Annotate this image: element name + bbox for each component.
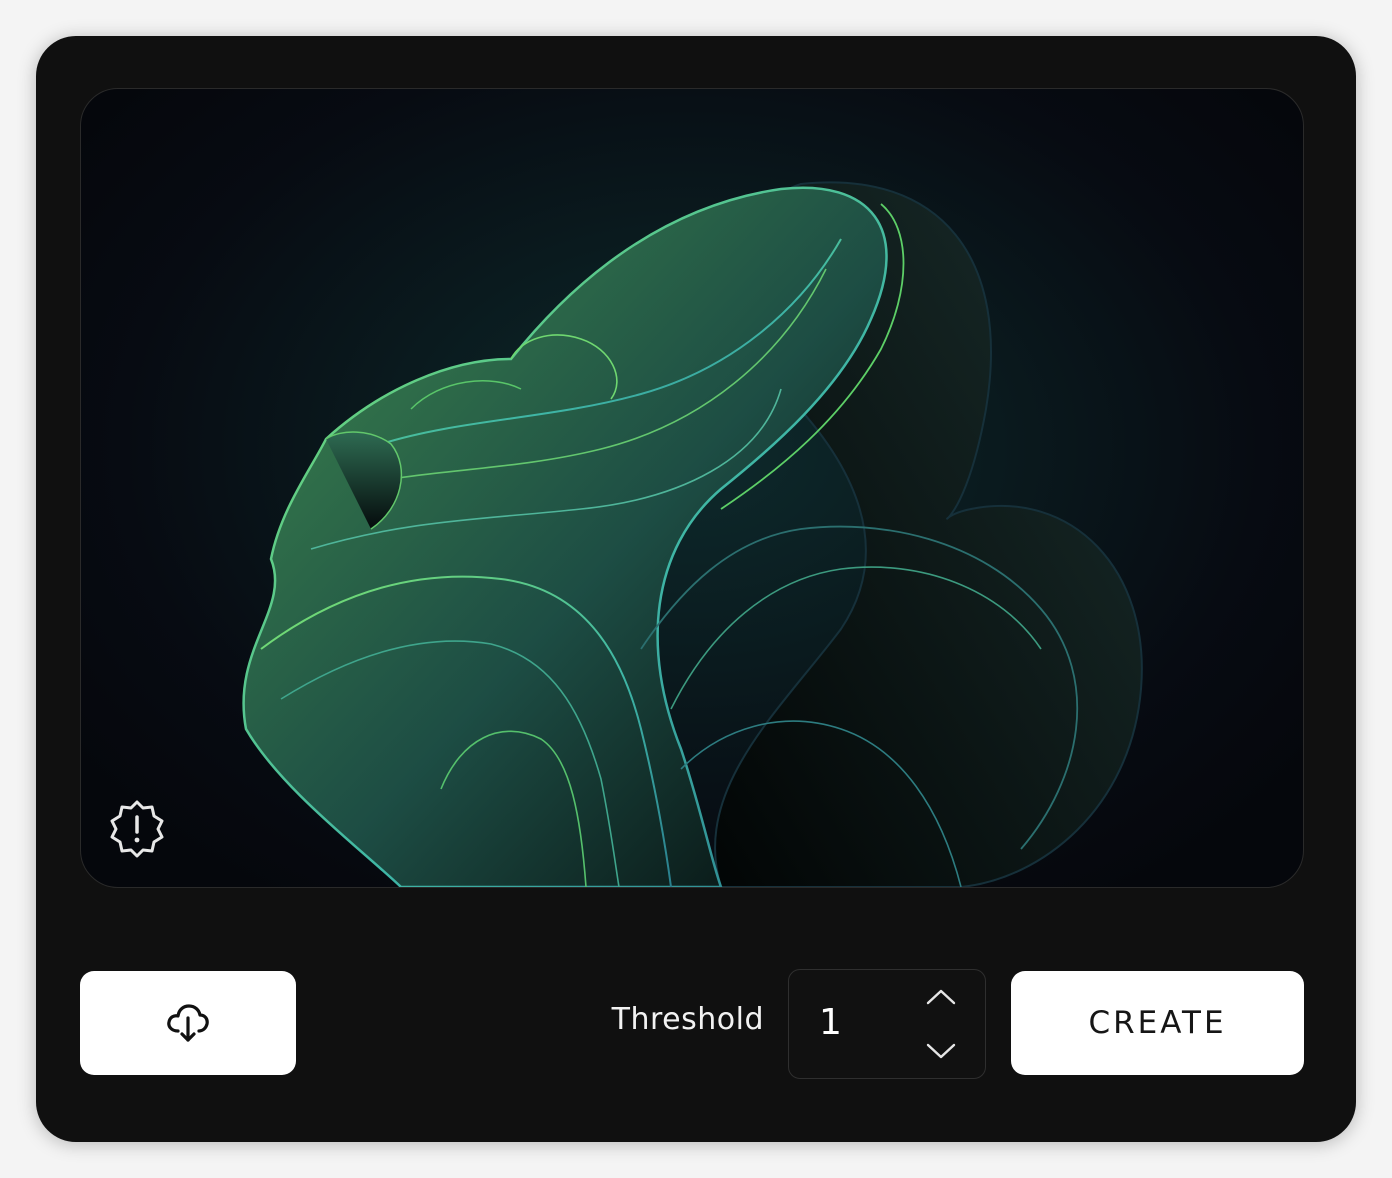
- threshold-value[interactable]: 1: [819, 1002, 842, 1043]
- generator-card: Threshold 1 CREATE: [36, 36, 1356, 1142]
- image-preview: [80, 88, 1304, 888]
- chevron-up-icon: [926, 989, 956, 1005]
- create-button[interactable]: CREATE: [1011, 971, 1304, 1075]
- cloud-download-icon: [167, 1004, 209, 1042]
- threshold-label: Threshold: [611, 1002, 764, 1037]
- decrement-button[interactable]: [921, 1036, 961, 1066]
- increment-button[interactable]: [921, 982, 961, 1012]
- alert-badge-icon[interactable]: [107, 799, 167, 859]
- ribbon-artwork: [242, 181, 1143, 887]
- chevron-down-icon: [926, 1043, 956, 1059]
- threshold-stepper[interactable]: 1: [788, 969, 986, 1079]
- upload-button[interactable]: [80, 971, 296, 1075]
